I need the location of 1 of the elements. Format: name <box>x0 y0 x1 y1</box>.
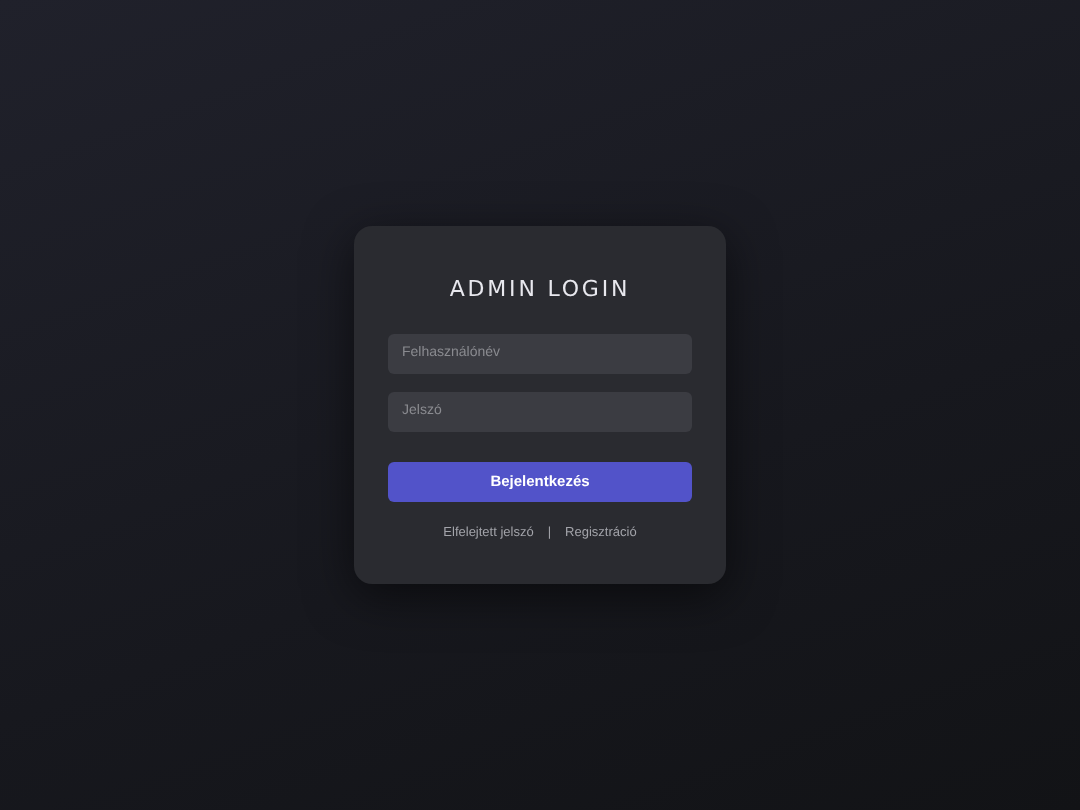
login-title: ADMIN LOGIN <box>447 275 633 303</box>
